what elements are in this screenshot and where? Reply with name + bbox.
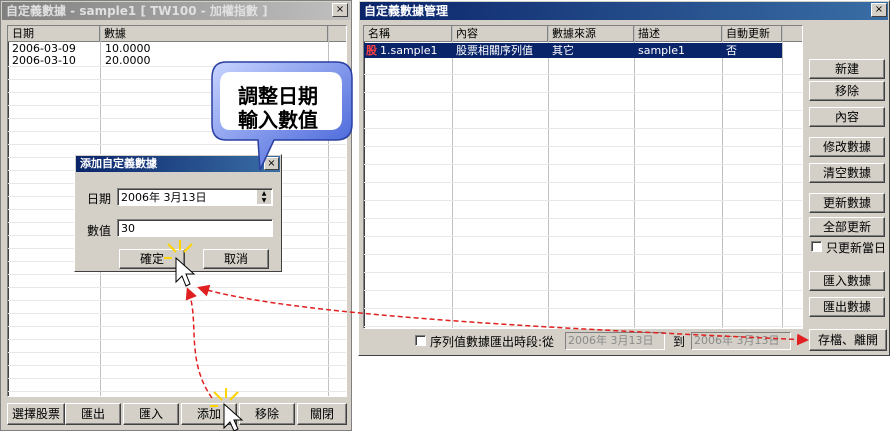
row-date: 2006-03-10	[12, 54, 76, 67]
custom-data-manager-window: 自定義數據管理 × 名稱 內容 數據來源 描述 自動更新 股 1.sample1…	[358, 0, 890, 356]
data-set-list[interactable]: 名稱 內容 數據來源 描述 自動更新 股 1.sample1 股票相關序列值 其…	[363, 25, 803, 329]
row-source: 其它	[552, 44, 574, 57]
col-auto-header[interactable]: 自動更新	[722, 26, 782, 42]
select-stock-button[interactable]: 選擇股票	[7, 403, 65, 425]
date-from-value: 2006年 3月13日	[568, 334, 654, 347]
row-auto: 否	[726, 44, 737, 57]
content-button[interactable]: 內容	[809, 107, 885, 127]
export-button[interactable]: 匯出	[65, 403, 121, 425]
right-window-title: 自定義數據管理	[360, 2, 888, 20]
date-from-picker[interactable]: 2006年 3月13日	[565, 332, 665, 350]
col-spacer-header	[782, 26, 802, 42]
col-date-header[interactable]: 日期	[8, 26, 100, 42]
value-label: 數值	[87, 224, 112, 238]
save-exit-button[interactable]: 存檔、離開	[809, 329, 887, 351]
date-picker[interactable]: 2006年 3月13日 ▲ ▼	[117, 188, 273, 206]
stock-icon: 股	[366, 44, 377, 57]
date-label: 日期	[87, 192, 112, 206]
only-today-checkbox[interactable]	[811, 241, 822, 252]
date-to-value: 2006年 3月13日	[694, 334, 780, 347]
col-content-header[interactable]: 內容	[452, 26, 548, 42]
col-name-header[interactable]: 名稱	[364, 26, 452, 42]
modify-data-button[interactable]: 修改數據	[809, 137, 885, 157]
right-close-icon[interactable]: ×	[871, 3, 887, 17]
table-row[interactable]: 2006-03-09 10.0000	[8, 42, 328, 55]
only-today-label: 只更新當日	[826, 241, 887, 255]
update-data-button[interactable]: 更新數據	[809, 193, 885, 213]
value-input[interactable]: 30	[117, 219, 273, 237]
left-close-icon[interactable]: ×	[332, 3, 348, 17]
col-desc-header[interactable]: 描述	[634, 26, 722, 42]
close-button[interactable]: 關閉	[297, 403, 347, 425]
export-range-label: 序列值數據匯出時段:從	[430, 335, 555, 349]
row-desc: sample1	[638, 44, 685, 57]
row-content: 股票相關序列值	[456, 44, 533, 57]
date-to-picker[interactable]: 2006年 3月13日	[691, 332, 791, 350]
clear-data-button[interactable]: 清空數據	[809, 163, 885, 183]
row-name: 1.sample1	[380, 44, 438, 57]
cancel-button[interactable]: 取消	[203, 249, 269, 269]
value-input-text: 30	[121, 222, 135, 235]
callout-line-2: 輸入數值	[238, 108, 318, 132]
add-button[interactable]: 添加	[181, 403, 237, 425]
remove-dataset-button[interactable]: 移除	[809, 81, 885, 101]
left-window-title: 自定義數據 - sample1 [ TW100 - 加權指數 ]	[2, 2, 350, 20]
ok-button[interactable]: 確定	[119, 249, 185, 269]
export-range-checkbox[interactable]	[415, 335, 426, 346]
import-data-button[interactable]: 匯入數據	[809, 271, 885, 291]
to-label: 到	[673, 335, 686, 349]
new-button[interactable]: 新建	[809, 59, 885, 79]
import-button[interactable]: 匯入	[123, 403, 179, 425]
row-value: 20.0000	[105, 54, 151, 67]
export-data-button[interactable]: 匯出數據	[809, 297, 885, 317]
remove-button[interactable]: 移除	[239, 403, 295, 425]
col-value-header[interactable]: 數據	[100, 26, 328, 42]
update-all-button[interactable]: 全部更新	[809, 217, 885, 237]
date-spin-down-icon[interactable]: ▼	[257, 197, 271, 204]
table-row[interactable]: 股 1.sample1 股票相關序列值 其它 sample1 否	[364, 43, 782, 58]
date-spin-up-icon[interactable]: ▲	[257, 190, 271, 197]
date-value: 2006年 3月13日	[121, 191, 207, 204]
col-spacer-header	[328, 26, 346, 42]
col-source-header[interactable]: 數據來源	[548, 26, 634, 42]
